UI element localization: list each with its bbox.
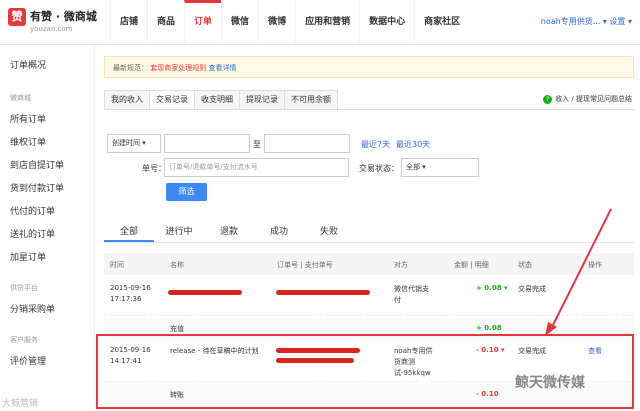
watermark-logo: 鲸天微传媒 — [515, 375, 585, 391]
annotation-arrow — [545, 208, 612, 336]
arrow-head — [545, 322, 557, 336]
watermark-bottom-left: 大鲸营销 — [2, 399, 39, 409]
arrow-line — [551, 208, 612, 328]
